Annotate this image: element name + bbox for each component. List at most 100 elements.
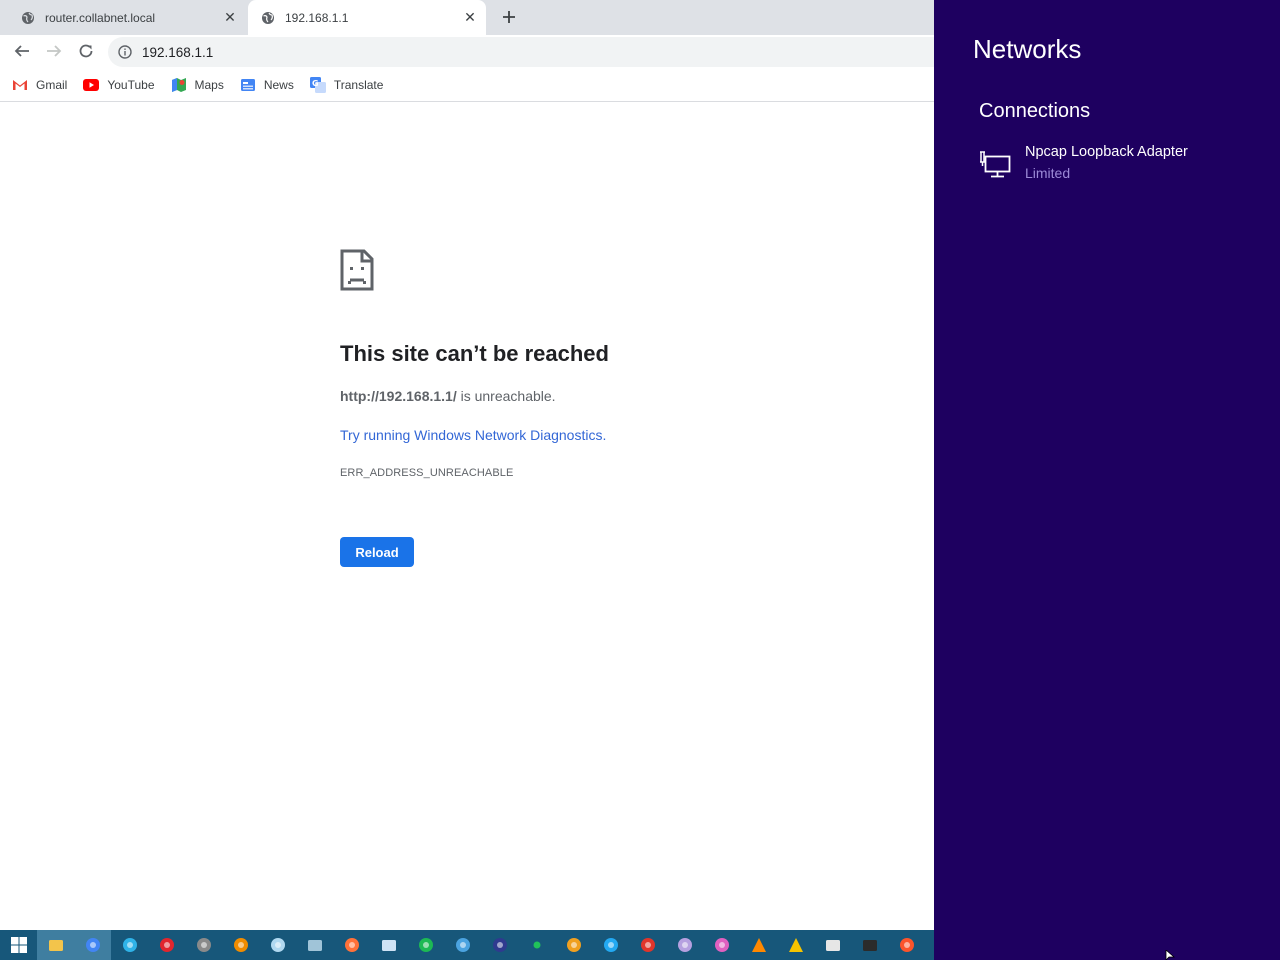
taskbar-button-vscode[interactable] — [592, 930, 629, 960]
wired-network-icon — [980, 151, 1011, 178]
tab-strip: router.collabnet.local ✕ 192.168.1.1 ✕ — [0, 0, 934, 35]
bookmark-maps[interactable]: Maps — [171, 77, 224, 93]
plus-icon — [503, 11, 515, 23]
link-tool-icon — [270, 938, 285, 952]
taskbar-button-files-app[interactable] — [370, 930, 407, 960]
forward-button[interactable] — [42, 39, 66, 63]
browser-window: router.collabnet.local ✕ 192.168.1.1 ✕ 1… — [0, 0, 934, 930]
taskbar-button-opera[interactable] — [148, 930, 185, 960]
youtube-icon — [83, 77, 100, 93]
vscode-icon — [603, 938, 618, 952]
taskbar-button-spotify[interactable] — [407, 930, 444, 960]
error-page: This site can’t be reached http://192.16… — [0, 103, 934, 930]
browser-toolbar: 192.168.1.1 — [0, 35, 934, 68]
close-tab-icon[interactable]: ✕ — [462, 9, 478, 26]
arrow-left-icon — [14, 45, 29, 57]
taskbar-button-terminal[interactable] — [851, 930, 888, 960]
taskbar-button-vlc[interactable] — [740, 930, 777, 960]
taskbar-button-link-tool[interactable] — [259, 930, 296, 960]
raccoon-app-icon — [196, 938, 211, 952]
tab-router[interactable]: router.collabnet.local ✕ — [8, 0, 246, 35]
network-item-npcap[interactable]: Npcap Loopback Adapter Limited — [979, 144, 1239, 184]
spotify-icon — [418, 938, 433, 952]
taskbar-button-windows-start[interactable] — [0, 930, 37, 960]
taskbar-button-screenshot-app[interactable] — [629, 930, 666, 960]
files-app-icon — [381, 940, 396, 951]
photo-viewer-icon — [307, 940, 322, 951]
color-app-icon — [714, 938, 729, 952]
green-dot-icon — [533, 941, 540, 949]
taskbar-button-green-dot[interactable] — [518, 930, 555, 960]
networks-panel: Networks Connections Npcap Loopback Adap… — [934, 0, 1280, 960]
taskbar-button-edge[interactable] — [111, 930, 148, 960]
firefox-icon — [344, 938, 359, 952]
translate-icon: G — [309, 76, 326, 93]
vpn-app-icon — [566, 938, 581, 952]
error-suffix: is unreachable. — [456, 388, 556, 404]
taskbar-button-search-tool[interactable] — [222, 930, 259, 960]
networks-title: Networks — [973, 34, 1082, 64]
taskbar-button-wifi-tool[interactable] — [444, 930, 481, 960]
error-url: http://192.168.1.1/ — [340, 388, 457, 404]
taskbar-button-triangle-app[interactable] — [777, 930, 814, 960]
connections-heading: Connections — [979, 100, 1091, 122]
clapper-app-icon — [825, 940, 840, 951]
bookmark-label: News — [263, 77, 294, 92]
globe-icon — [21, 11, 35, 25]
tab-title: 192.168.1.1 — [285, 10, 349, 25]
new-tab-button[interactable] — [498, 6, 520, 28]
close-tab-icon[interactable]: ✕ — [222, 9, 238, 26]
tab-title: router.collabnet.local — [45, 10, 156, 25]
taskbar-button-photo-viewer[interactable] — [296, 930, 333, 960]
windows-start-icon — [10, 937, 27, 953]
taskbar-button-vpn-app[interactable] — [555, 930, 592, 960]
error-title: This site can’t be reached — [340, 341, 609, 366]
taskbar-button-brave[interactable] — [888, 930, 925, 960]
taskbar-button-clapper-app[interactable] — [814, 930, 851, 960]
network-diagnostics-link[interactable]: Try running Windows Network Diagnostics. — [340, 427, 606, 443]
tab-192-168-1-1[interactable]: 192.168.1.1 ✕ — [248, 0, 486, 35]
taskbar-button-color-app[interactable] — [703, 930, 740, 960]
refresh-icon — [79, 44, 93, 58]
bookmarks-bar: Gmail YouTube Maps News G Translate — [0, 68, 934, 102]
maps-icon — [171, 77, 187, 93]
brave-icon — [899, 938, 914, 952]
network-status: Limited — [1025, 165, 1071, 181]
error-code: ERR_ADDRESS_UNREACHABLE — [340, 467, 514, 479]
site-info-icon[interactable] — [118, 45, 132, 59]
address-bar[interactable]: 192.168.1.1 — [108, 37, 934, 67]
bookmark-news[interactable]: News — [240, 77, 294, 93]
gmail-icon — [12, 77, 28, 93]
bookmark-label: Maps — [194, 77, 224, 92]
taskbar-button-file-explorer[interactable] — [37, 930, 74, 960]
network-name: Npcap Loopback Adapter — [1025, 144, 1188, 160]
bookmark-label: YouTube — [107, 77, 155, 92]
error-message: http://192.168.1.1/ is unreachable. — [340, 388, 556, 404]
taskbar-button-raccoon-app[interactable] — [185, 930, 222, 960]
bookmark-youtube[interactable]: YouTube — [83, 77, 155, 93]
file-explorer-icon — [48, 940, 63, 951]
mouse-cursor-icon — [1165, 950, 1175, 960]
wifi-tool-icon — [455, 938, 470, 952]
bookmark-translate[interactable]: G Translate — [309, 76, 384, 93]
opera-icon — [159, 938, 174, 952]
taskbar-button-chrome[interactable] — [74, 930, 111, 960]
back-button[interactable] — [10, 39, 34, 63]
arrow-right-icon — [47, 45, 62, 57]
reload-button[interactable]: Reload — [340, 537, 414, 567]
bookmark-label: Translate — [333, 77, 384, 92]
vlc-icon — [751, 938, 766, 952]
search-tool-icon — [233, 938, 248, 952]
reload-toolbar-button[interactable] — [74, 39, 98, 63]
bookmark-gmail[interactable]: Gmail — [12, 77, 67, 93]
svg-text:G: G — [312, 79, 319, 88]
chrome-icon — [85, 938, 100, 952]
globe-icon — [261, 11, 275, 25]
address-text: 192.168.1.1 — [142, 44, 214, 60]
bookmark-label: Gmail — [36, 77, 68, 92]
taskbar-button-ghost-app[interactable] — [666, 930, 703, 960]
triangle-app-icon — [788, 938, 803, 952]
screenshot-app-icon — [640, 938, 655, 952]
taskbar-button-lock-app[interactable] — [481, 930, 518, 960]
taskbar-button-firefox[interactable] — [333, 930, 370, 960]
